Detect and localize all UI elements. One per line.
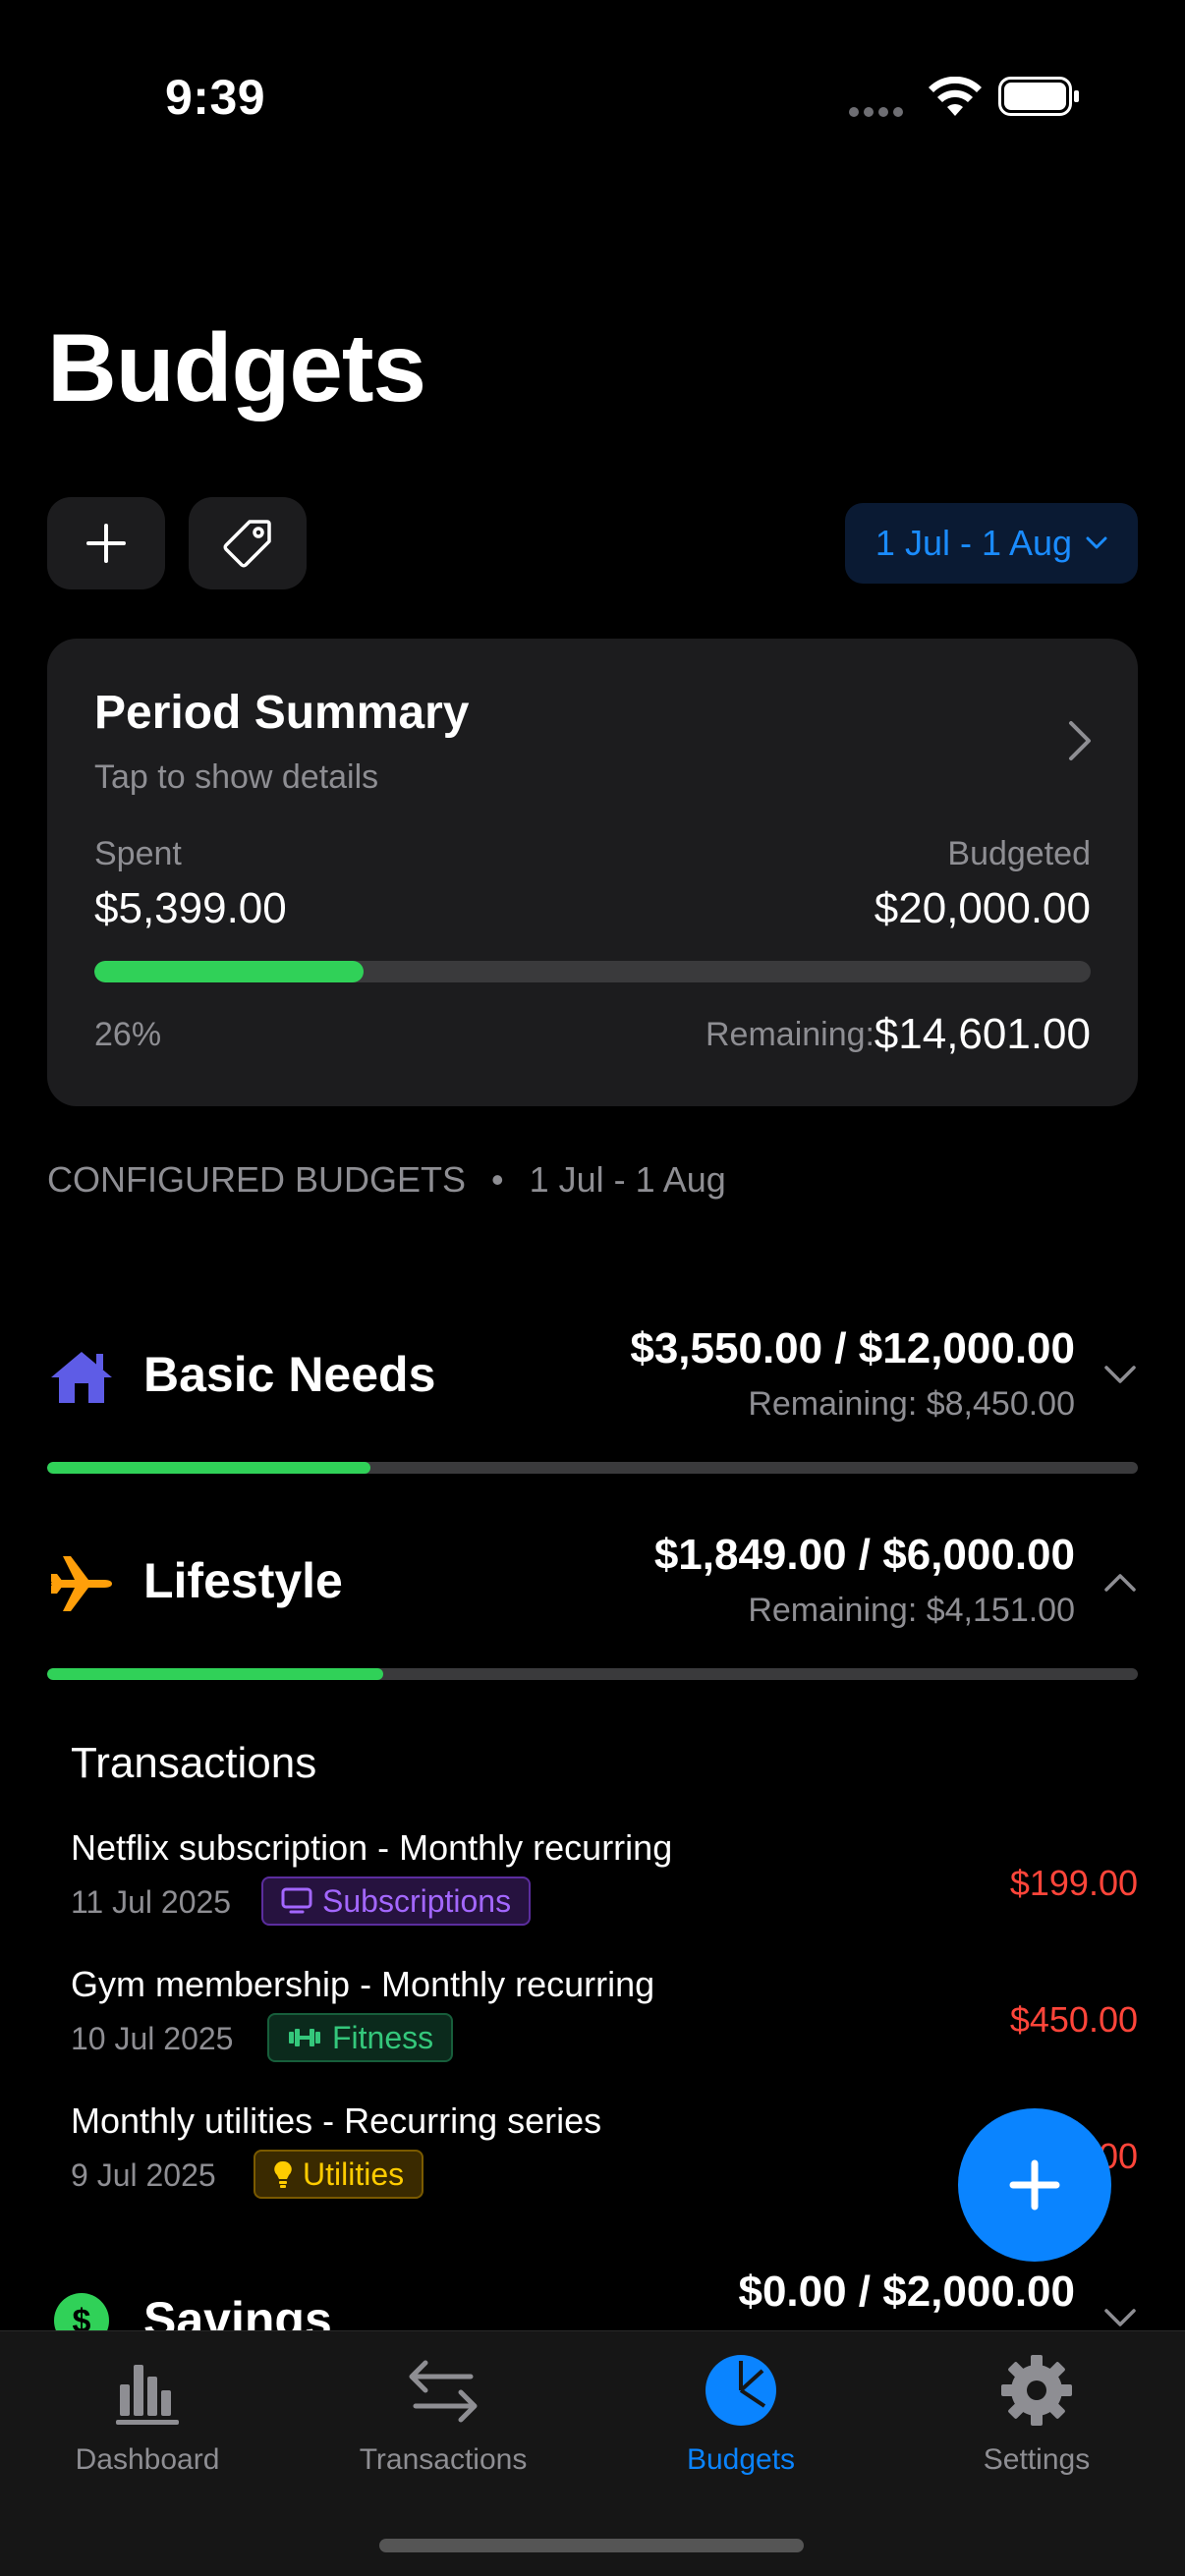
budget-remaining: Remaining: $4,151.00 <box>748 1592 1075 1629</box>
budget-amount: $1,849.00 / $6,000.00 <box>653 1531 1075 1579</box>
summary-title: Period Summary <box>94 687 470 739</box>
tab-budgets[interactable]: Budgets <box>623 2351 859 2489</box>
wifi-icon <box>929 77 982 116</box>
tag-icon <box>223 520 271 568</box>
plus-icon <box>86 524 126 563</box>
budget-row-lifestyle[interactable]: Lifestyle $1,849.00 / $6,000.00 Remainin… <box>47 1503 1138 1680</box>
budget-progress-fill <box>47 1668 383 1680</box>
chevron-right-icon <box>1069 721 1091 760</box>
chevron-up-icon <box>1104 1574 1136 1592</box>
lightbulb-icon <box>274 2160 292 2188</box>
categories-button[interactable] <box>189 497 307 589</box>
add-transaction-fab[interactable] <box>958 2108 1111 2262</box>
bar-chart-icon <box>116 2365 179 2425</box>
tab-label: Settings <box>983 2443 1091 2476</box>
gear-icon <box>1001 2355 1072 2426</box>
home-indicator <box>379 2539 804 2552</box>
budget-amount: $3,550.00 / $12,000.00 <box>630 1324 1075 1372</box>
category-label: Utilities <box>303 2156 405 2192</box>
category-chip: Utilities <box>254 2150 424 2199</box>
period-summary-card[interactable]: Period Summary Tap to show details Spent… <box>47 639 1138 1106</box>
period-label: 1 Jul - 1 Aug <box>875 523 1073 563</box>
transaction-date: 10 Jul 2025 <box>71 2021 234 2056</box>
transaction-date: 11 Jul 2025 <box>71 1884 232 1920</box>
summary-subtitle: Tap to show details <box>94 758 379 796</box>
transaction-title: Netflix subscription - Monthly recurring <box>71 1827 673 1868</box>
house-icon <box>51 1352 112 1403</box>
section-period: 1 Jul - 1 Aug <box>529 1159 726 1200</box>
budget-progress-fill <box>47 1462 370 1474</box>
chevron-down-icon <box>1104 2309 1136 2326</box>
transaction-amount: $450.00 <box>1009 1999 1138 2040</box>
percent-spent: 26% <box>94 1016 162 1053</box>
tab-label: Transactions <box>359 2443 528 2476</box>
budget-row-basic-needs[interactable]: Basic Needs $3,550.00 / $12,000.00 Remai… <box>47 1297 1138 1474</box>
transaction-date: 9 Jul 2025 <box>71 2157 216 2193</box>
category-chip: Subscriptions <box>261 1876 532 1926</box>
arrows-icon <box>409 2360 478 2423</box>
tab-settings[interactable]: Settings <box>919 2351 1155 2489</box>
transaction-title: Monthly utilities - Recurring series <box>71 2100 602 2141</box>
spent-label: Spent <box>94 835 182 872</box>
budget-name: Basic Needs <box>143 1347 436 1402</box>
budget-progress-bar <box>47 1668 1138 1680</box>
summary-progress-bar <box>94 961 1091 982</box>
section-header: CONFIGURED BUDGETS • 1 Jul - 1 Aug <box>47 1159 726 1201</box>
remaining-value: $14,601.00 <box>874 1010 1091 1058</box>
category-label: Fitness <box>332 2019 434 2055</box>
remaining-label: Remaining: <box>705 1016 875 1053</box>
chevron-down-icon <box>1086 536 1107 549</box>
page-title: Budgets <box>47 313 426 421</box>
budgeted-value: $20,000.00 <box>874 884 1091 932</box>
transaction-title: Gym membership - Monthly recurring <box>71 1964 655 2004</box>
section-separator: • <box>491 1159 504 1200</box>
status-time: 9:39 <box>165 70 266 125</box>
battery-icon <box>998 77 1079 116</box>
transactions-header: Transactions <box>71 1739 317 1787</box>
signal-dots-icon <box>849 104 908 117</box>
spent-value: $5,399.00 <box>94 884 287 932</box>
transaction-row[interactable]: Gym membership - Monthly recurring 10 Ju… <box>71 1964 1138 2082</box>
section-label: CONFIGURED BUDGETS <box>47 1159 467 1200</box>
dumbbell-icon <box>289 2029 320 2046</box>
add-budget-button[interactable] <box>47 497 165 589</box>
transaction-row[interactable]: Netflix subscription - Monthly recurring… <box>71 1827 1138 1945</box>
chevron-down-icon <box>1104 1366 1136 1383</box>
plus-icon <box>1009 2159 1060 2211</box>
budget-progress-bar <box>47 1462 1138 1474</box>
airplane-icon <box>51 1556 112 1611</box>
tab-label: Dashboard <box>75 2443 220 2476</box>
summary-progress-fill <box>94 961 364 982</box>
category-label: Subscriptions <box>322 1882 512 1919</box>
pie-chart-icon <box>705 2355 776 2426</box>
period-selector[interactable]: 1 Jul - 1 Aug <box>845 503 1138 584</box>
transaction-amount: $199.00 <box>1009 1863 1138 1903</box>
budget-amount: $0.00 / $2,000.00 <box>738 2268 1075 2316</box>
budget-name: Lifestyle <box>143 1553 343 1608</box>
tab-dashboard[interactable]: Dashboard <box>29 2351 265 2489</box>
tab-label: Budgets <box>686 2443 796 2476</box>
tv-icon <box>281 1887 312 1914</box>
budget-remaining: Remaining: $8,450.00 <box>748 1385 1075 1423</box>
category-chip: Fitness <box>267 2013 454 2062</box>
budgeted-label: Budgeted <box>947 835 1091 872</box>
tab-transactions[interactable]: Transactions <box>325 2351 561 2489</box>
